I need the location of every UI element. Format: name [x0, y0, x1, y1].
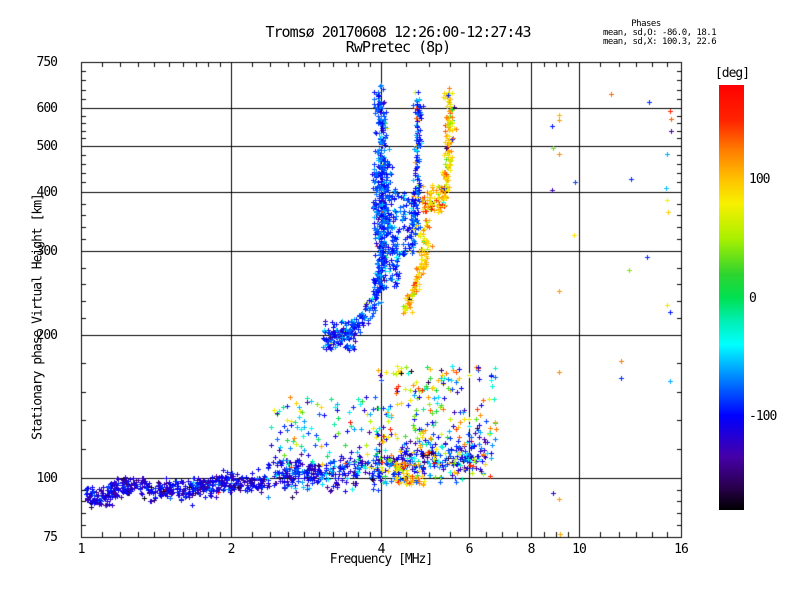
- y-tick-label: 75: [10, 530, 57, 545]
- ionogram-figure: Tromsø 20170608 12:26:00-12:27:43 RwPret…: [0, 0, 800, 600]
- y-axis-label: Stationary phase Virtual Height [km]: [31, 194, 46, 440]
- y-tick-label: 500: [10, 139, 57, 154]
- y-tick-label: 300: [10, 244, 57, 259]
- x-tick-label: 1: [61, 542, 101, 557]
- x-tick-label: 4: [361, 542, 401, 557]
- x-tick-label: 8: [511, 542, 551, 557]
- x-tick-label: 16: [661, 542, 701, 557]
- colorbar-tick-label: 100: [749, 172, 769, 187]
- y-tick-label: 600: [10, 101, 57, 116]
- y-tick-label: 400: [10, 185, 57, 200]
- x-tick-label: 10: [559, 542, 599, 557]
- y-tick-label: 200: [10, 328, 57, 343]
- y-tick-label: 750: [10, 55, 57, 70]
- colorbar-tick-label: -100: [749, 409, 776, 424]
- y-tick-label: 100: [10, 471, 57, 486]
- x-mode-stats: mean, sd,X: 100.3, 22.6: [603, 38, 716, 47]
- x-tick-label: 2: [211, 542, 251, 557]
- colorbar-tick-label: 0: [749, 291, 756, 306]
- colorbar-unit-label: [deg]: [707, 66, 757, 81]
- phase-colorbar: [719, 85, 744, 510]
- ionogram-plot-canvas: [0, 0, 800, 600]
- x-tick-label: 6: [449, 542, 489, 557]
